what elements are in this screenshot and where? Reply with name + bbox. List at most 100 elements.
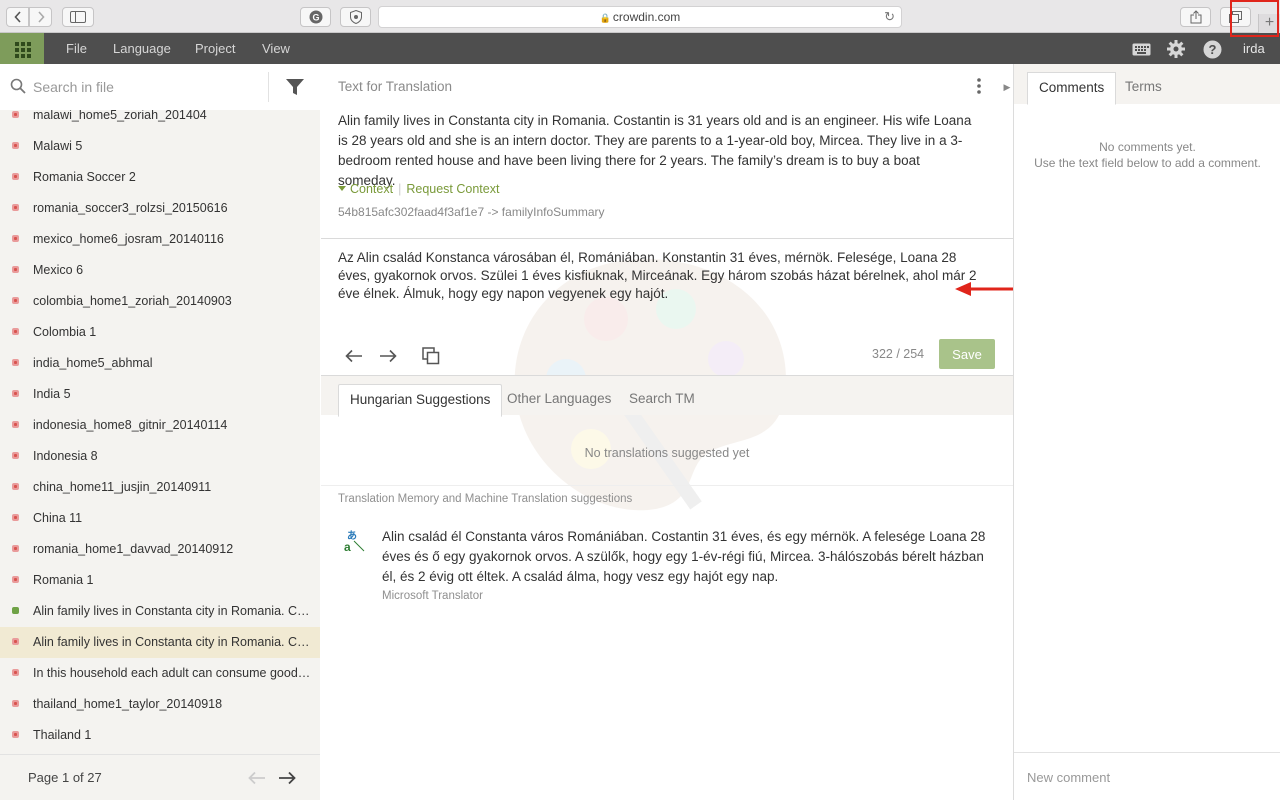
file-list-item-label: India 5 — [33, 387, 71, 401]
file-list-item[interactable]: Alin family lives in Constanta city in R… — [0, 596, 320, 627]
editor-panel: Text for Translation Alin family lives i… — [321, 64, 1013, 800]
address-bar[interactable]: 🔒 crowdin.com ↻ — [378, 6, 902, 28]
copy-source-button[interactable] — [420, 345, 442, 367]
file-list-item-label: Romania 1 — [33, 573, 94, 587]
apps-grid-button[interactable] — [0, 33, 44, 64]
browser-back-button[interactable] — [6, 7, 29, 27]
app-menu-bar: File Language Project View ? irda — [0, 33, 1280, 64]
arrow-right-icon[interactable] — [278, 771, 296, 785]
file-list-item-label: colombia_home1_zoriah_20140903 — [33, 294, 232, 308]
url-text: crowdin.com — [612, 10, 681, 24]
request-context-link[interactable]: Request Context — [406, 182, 499, 196]
svg-text:a: a — [344, 540, 351, 552]
file-list-item[interactable]: india_home5_abhmal — [0, 348, 320, 379]
untranslated-status-icon — [12, 173, 19, 180]
file-list-item-label: In this household each adult can consume… — [33, 666, 313, 680]
extension-button[interactable]: G — [300, 7, 331, 27]
mt-suggestion-text[interactable]: Alin család él Constanta város Romániába… — [382, 527, 997, 587]
string-key: 54b815afc302faad4f3af1e7 -> familyInfoSu… — [338, 205, 605, 219]
file-list-item[interactable]: thailand_home1_taylor_20140918 — [0, 689, 320, 720]
user-menu[interactable]: irda — [1243, 33, 1265, 64]
untranslated-status-icon — [12, 204, 19, 211]
file-list-item[interactable]: romania_home1_davvad_20140912 — [0, 534, 320, 565]
source-text: Alin family lives in Constanta city in R… — [338, 113, 972, 188]
menu-file[interactable]: File — [66, 33, 87, 64]
next-string-button[interactable] — [377, 345, 399, 367]
share-icon — [1190, 10, 1201, 24]
file-list-item[interactable]: china_home11_jusjin_20140911 — [0, 472, 320, 503]
tab-comments[interactable]: Comments — [1027, 72, 1117, 105]
divider — [321, 238, 1013, 239]
filter-icon[interactable] — [285, 77, 305, 97]
shield-icon — [349, 10, 362, 24]
menu-view[interactable]: View — [262, 33, 290, 64]
share-button[interactable] — [1180, 7, 1211, 27]
untranslated-status-icon — [12, 700, 19, 707]
file-list-item[interactable]: Indonesia 8 — [0, 441, 320, 472]
file-list-item[interactable]: Malawi 5 — [0, 131, 320, 162]
svg-text:?: ? — [1208, 42, 1216, 57]
file-list-item[interactable]: Thailand 1 — [0, 720, 320, 751]
file-list-item-label: malawi_home5_zoriah_201404 — [33, 110, 207, 122]
file-list-item[interactable]: Alin family lives in Constanta city in R… — [0, 627, 320, 658]
untranslated-status-icon — [12, 297, 19, 304]
privacy-button[interactable] — [340, 7, 371, 27]
untranslated-status-icon — [12, 731, 19, 738]
file-list-item-label: india_home5_abhmal — [33, 356, 153, 370]
gear-icon[interactable] — [1166, 39, 1186, 59]
sidebar-toggle-button[interactable] — [62, 7, 94, 27]
untranslated-status-icon — [12, 576, 19, 583]
translation-textarea[interactable]: Az Alin család Konstanca városában él, R… — [338, 249, 978, 303]
untranslated-status-icon — [12, 235, 19, 242]
caret-down-icon — [338, 186, 346, 191]
previous-string-button[interactable] — [343, 345, 365, 367]
file-list-item[interactable]: Romania 1 — [0, 565, 320, 596]
chevron-left-icon — [13, 11, 21, 23]
file-list-item[interactable]: indonesia_home8_gitnir_20140114 — [0, 410, 320, 441]
save-button[interactable]: Save — [939, 339, 995, 369]
microsoft-translator-icon: あ a — [343, 530, 365, 552]
untranslated-status-icon — [12, 266, 19, 273]
untranslated-status-icon — [12, 111, 19, 118]
browser-forward-button[interactable] — [29, 7, 52, 27]
file-list-item[interactable]: mexico_home6_josram_20140116 — [0, 224, 320, 255]
tab-other-languages[interactable]: Other Languages — [496, 384, 622, 417]
file-list-item[interactable]: India 5 — [0, 379, 320, 410]
collapse-right-icon[interactable]: ▶ — [1002, 64, 1012, 110]
no-comments-hint: Use the text field below to add a commen… — [1034, 156, 1261, 170]
file-list-item-label: China 11 — [33, 511, 83, 525]
file-list-item-label: romania_soccer3_rolzsi_20150616 — [33, 201, 228, 215]
file-list-item[interactable]: In this household each adult can consume… — [0, 658, 320, 689]
search-input[interactable] — [33, 76, 258, 98]
context-toggle[interactable]: Context — [350, 182, 393, 196]
reload-icon[interactable]: ↻ — [884, 7, 895, 27]
more-options-icon[interactable] — [977, 78, 981, 94]
file-list-item[interactable]: romania_soccer3_rolzsi_20150616 — [0, 193, 320, 224]
file-list-item-label: Indonesia 8 — [33, 449, 98, 463]
file-list-item[interactable]: malawi_home5_zoriah_201404 — [0, 110, 320, 131]
tab-search-tm[interactable]: Search TM — [618, 384, 706, 417]
help-icon[interactable]: ? — [1202, 39, 1222, 59]
menu-project[interactable]: Project — [195, 33, 235, 64]
file-list-item[interactable]: Romania Soccer 2 — [0, 162, 320, 193]
file-list-item[interactable]: colombia_home1_zoriah_20140903 — [0, 286, 320, 317]
context-row: Context | Request Context — [338, 182, 499, 196]
tab-terms[interactable]: Terms — [1114, 72, 1173, 105]
untranslated-status-icon — [12, 328, 19, 335]
arrow-left-icon[interactable] — [248, 771, 266, 785]
menu-language[interactable]: Language — [113, 33, 171, 64]
browser-toolbar: G 🔒 crowdin.com ↻ + — [0, 0, 1280, 33]
file-list-item[interactable]: China 11 — [0, 503, 320, 534]
translated-status-icon — [12, 607, 19, 614]
no-comments-message: No comments yet. Use the text field belo… — [1014, 139, 1280, 171]
new-comment-input[interactable] — [1027, 767, 1267, 787]
untranslated-status-icon — [12, 669, 19, 676]
file-list-item-label: mexico_home6_josram_20140116 — [33, 232, 224, 246]
untranslated-status-icon — [12, 359, 19, 366]
section-title: Text for Translation — [338, 79, 453, 94]
keyboard-icon[interactable] — [1131, 39, 1151, 59]
file-list-item[interactable]: Colombia 1 — [0, 317, 320, 348]
file-list-item-label: thailand_home1_taylor_20140918 — [33, 697, 223, 711]
file-list-item[interactable]: Mexico 6 — [0, 255, 320, 286]
tab-hungarian-suggestions[interactable]: Hungarian Suggestions — [338, 384, 503, 417]
